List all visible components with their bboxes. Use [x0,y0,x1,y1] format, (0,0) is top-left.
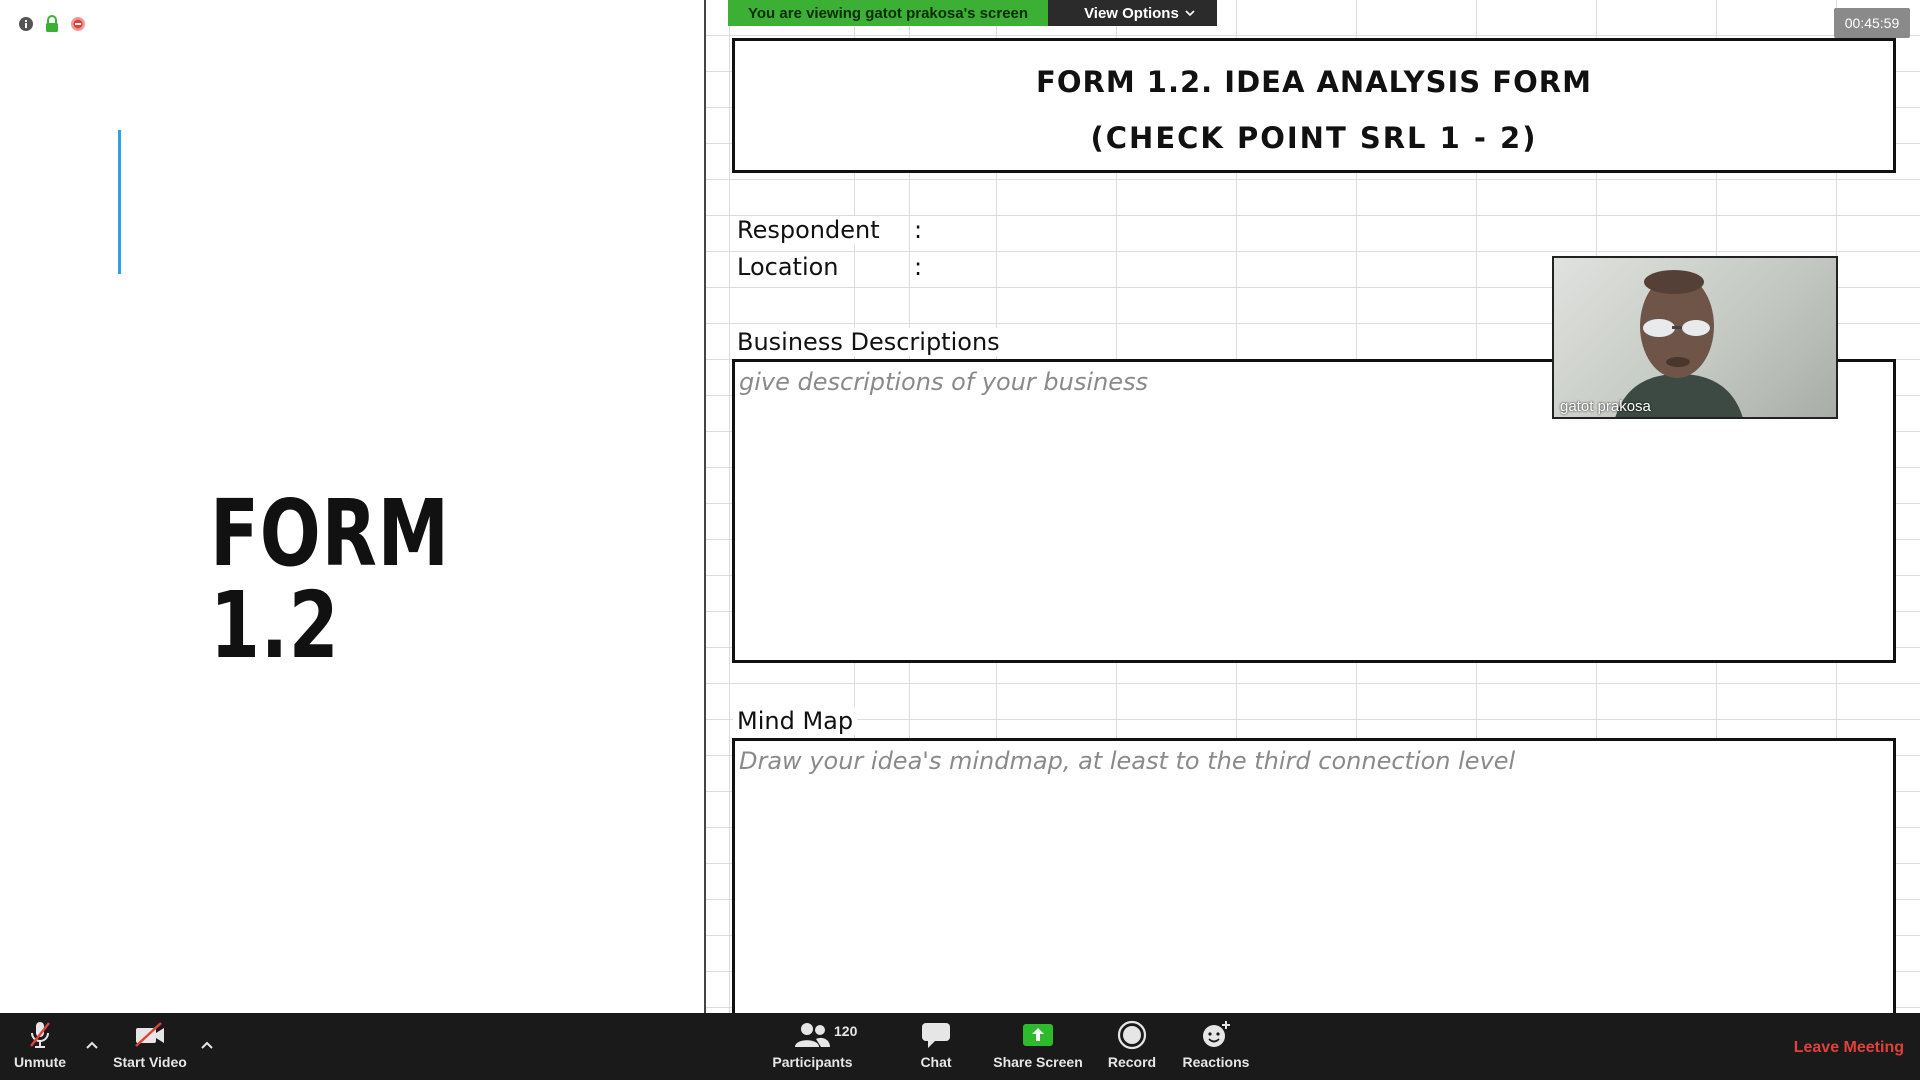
slide-panel: FORM 1.2 [0,0,704,1013]
participants-icon [793,1019,833,1051]
reactions-button[interactable]: Reactions [1176,1019,1256,1077]
microphone-muted-icon [20,1019,60,1051]
form-title: FORM 1.2. IDEA ANALYSIS FORM [1036,65,1592,99]
share-screen-label: Share Screen [993,1054,1083,1070]
participants-label: Participants [772,1054,853,1070]
meeting-toolbar: Unmute Start Video Participants 120 Chat… [0,1013,1920,1080]
meeting-status-icons [18,15,86,32]
participant-video-tile[interactable]: gatot prakosa [1552,256,1838,419]
record-button[interactable]: Record [1100,1019,1164,1077]
business-descriptions-label: Business Descriptions [733,328,1004,356]
participants-count: 120 [834,1023,858,1039]
chat-label: Chat [920,1054,952,1070]
chevron-down-icon [1185,10,1195,17]
mind-map-label: Mind Map [733,707,858,735]
slide-accent-bar [118,130,121,274]
participant-name: gatot prakosa [1560,398,1651,415]
video-options-caret[interactable] [197,1035,217,1055]
mind-map-hint: Draw your idea's mindmap, at least to th… [739,747,1516,775]
spreadsheet-row-header [706,0,730,1013]
audio-options-caret[interactable] [82,1035,102,1055]
record-icon [1112,1019,1152,1051]
location-label: Location [733,253,843,281]
respondent-colon: : [914,216,923,244]
view-options-button[interactable]: View Options [1048,0,1217,26]
recording-icon[interactable] [70,16,86,32]
mind-map-box[interactable]: Draw your idea's mindmap, at least to th… [732,738,1896,1028]
location-colon: : [914,253,923,281]
video-camera-off-icon [130,1019,170,1051]
chat-button[interactable]: Chat [906,1019,966,1077]
business-descriptions-hint: give descriptions of your business [739,368,1149,396]
viewing-message: You are viewing gatot prakosa's screen [728,0,1049,26]
shared-screen[interactable]: FORM 1.2. IDEA ANALYSIS FORM (CHECK POIN… [704,0,1920,1028]
viewing-banner: You are viewing gatot prakosa's screen V… [728,0,1217,26]
leave-meeting-button[interactable]: Leave Meeting [1794,1039,1904,1057]
chat-icon [916,1019,956,1051]
view-options-label: View Options [1084,4,1179,22]
reactions-label: Reactions [1182,1054,1250,1070]
slide-title: FORM 1.2 [210,480,450,679]
form-header-box: FORM 1.2. IDEA ANALYSIS FORM (CHECK POIN… [732,38,1896,173]
record-label: Record [1107,1054,1157,1070]
unmute-label: Unmute [13,1054,67,1070]
unmute-button[interactable]: Unmute [10,1019,70,1077]
meeting-timer: 00:45:59 [1834,8,1910,38]
info-icon[interactable] [18,16,34,32]
share-screen-icon [1018,1019,1058,1051]
lock-icon[interactable] [44,15,60,32]
start-video-label: Start Video [113,1054,187,1070]
zoom-meeting-window: FORM 1.2 FORM 1.2. IDEA ANALYSIS FORM (C… [0,0,1920,1080]
start-video-button[interactable]: Start Video [110,1019,190,1077]
chevron-up-icon [86,1041,98,1049]
reactions-icon [1196,1019,1236,1051]
form-subtitle: (CHECK POINT SRL 1 - 2) [1090,121,1538,155]
chevron-up-icon [201,1041,213,1049]
share-screen-button[interactable]: Share Screen [988,1019,1088,1077]
participant-avatar-image [1615,270,1743,417]
respondent-label: Respondent [733,216,884,244]
